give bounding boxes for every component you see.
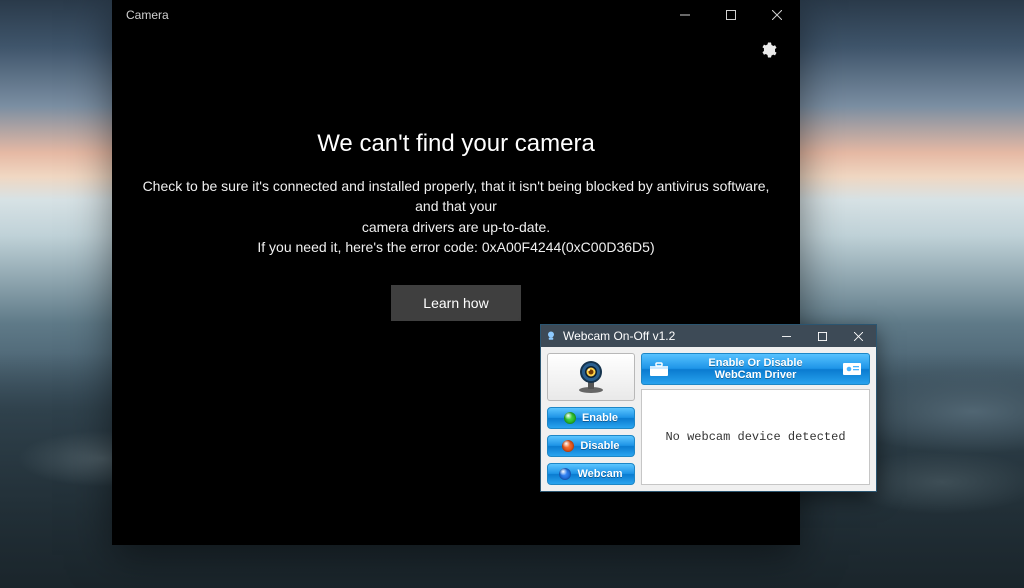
camera-titlebar[interactable]: Camera xyxy=(112,0,800,30)
camera-error-code-line: If you need it, here's the error code: 0… xyxy=(257,239,654,255)
close-icon xyxy=(772,10,782,20)
close-button[interactable] xyxy=(754,0,800,30)
webcam-tool-app-icon xyxy=(541,325,561,347)
tool-minimize-button[interactable] xyxy=(768,325,804,347)
webcam-preview-box[interactable] xyxy=(547,353,635,401)
maximize-icon xyxy=(726,10,736,20)
maximize-button[interactable] xyxy=(708,0,754,30)
maximize-icon xyxy=(818,332,827,341)
enable-button[interactable]: Enable xyxy=(547,407,635,429)
header-line2: WebCam Driver xyxy=(715,369,797,381)
disable-button[interactable]: Disable xyxy=(547,435,635,457)
camera-msg-line1: Check to be sure it's connected and inst… xyxy=(143,178,770,214)
tool-close-button[interactable] xyxy=(840,325,876,347)
minimize-icon xyxy=(782,332,791,341)
learn-how-button[interactable]: Learn how xyxy=(391,285,521,321)
camera-toolbar xyxy=(112,30,800,70)
webcam-icon xyxy=(571,360,611,394)
disable-label: Disable xyxy=(580,440,619,452)
camera-error-code: 0xA00F4244(0xC00D36D5) xyxy=(482,239,655,255)
webcam-tool-header: Enable Or Disable WebCam Driver xyxy=(641,353,870,385)
webcam-tool-right-column: Enable Or Disable WebCam Driver No webca… xyxy=(641,353,870,485)
webcam-tool-left-column: Enable Disable Webcam xyxy=(547,353,635,485)
enable-dot-icon xyxy=(564,412,576,424)
webcam-tool-window: Webcam On-Off v1.2 xyxy=(540,324,877,492)
webcam-tool-body: Enable Disable Webcam Enable Or Disable … xyxy=(541,347,876,491)
minimize-button[interactable] xyxy=(662,0,708,30)
webcam-tool-header-text: Enable Or Disable WebCam Driver xyxy=(676,357,835,381)
camera-error-prefix: If you need it, here's the error code: xyxy=(257,239,481,255)
webcam-tool-titlebar[interactable]: Webcam On-Off v1.2 xyxy=(541,325,876,347)
camera-msg-line2: camera drivers are up-to-date. xyxy=(132,217,780,237)
settings-button[interactable] xyxy=(752,34,784,66)
toolbox-icon xyxy=(648,358,670,380)
webcam-status-text: No webcam device detected xyxy=(665,430,845,444)
id-card-icon xyxy=(841,358,863,380)
webcam-status-box: No webcam device detected xyxy=(641,389,870,485)
webcam-label: Webcam xyxy=(577,468,622,480)
webcam-tool-title-text: Webcam On-Off v1.2 xyxy=(561,329,768,343)
camera-title-text: Camera xyxy=(126,8,662,22)
enable-label: Enable xyxy=(582,412,618,424)
camera-error-message: Check to be sure it's connected and inst… xyxy=(132,176,780,237)
header-line1: Enable Or Disable xyxy=(708,357,802,369)
minimize-icon xyxy=(680,10,690,20)
gear-icon xyxy=(759,41,777,59)
tool-maximize-button[interactable] xyxy=(804,325,840,347)
close-icon xyxy=(854,332,863,341)
webcam-dot-icon xyxy=(559,468,571,480)
camera-error-heading: We can't find your camera xyxy=(317,130,595,158)
disable-dot-icon xyxy=(562,440,574,452)
webcam-button[interactable]: Webcam xyxy=(547,463,635,485)
